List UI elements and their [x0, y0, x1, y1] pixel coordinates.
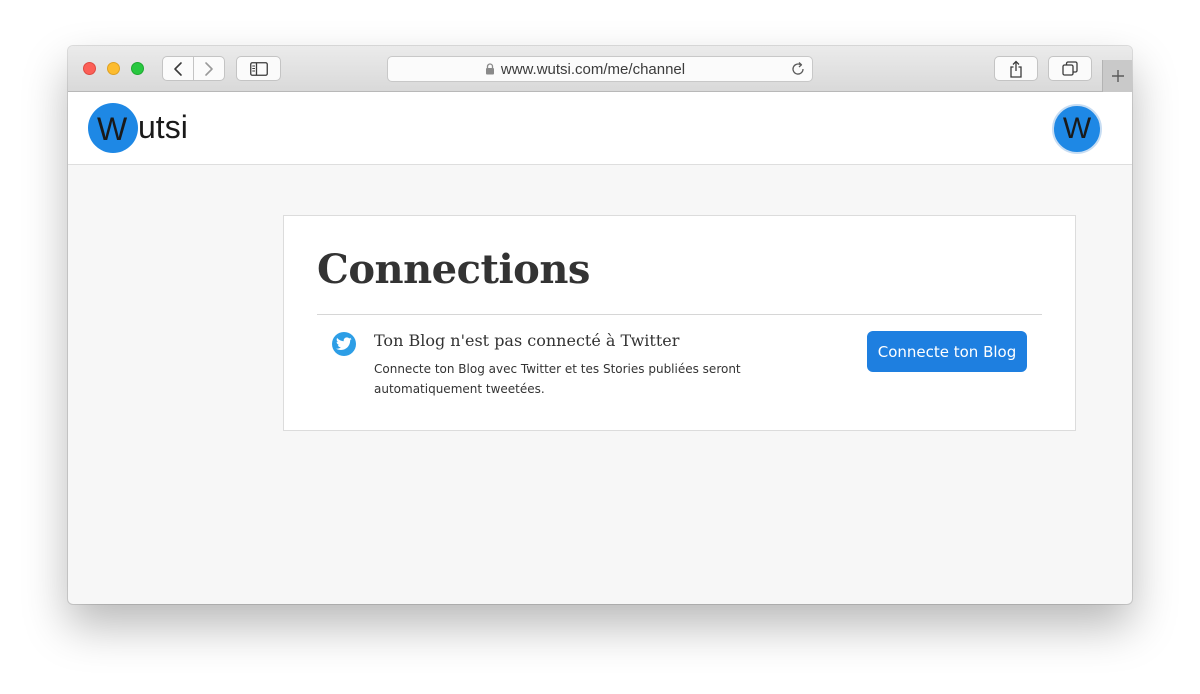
browser-window: www.wutsi.com/me/channel W utsi W Connec… — [68, 46, 1132, 604]
back-button[interactable] — [162, 56, 194, 81]
connection-description: Connecte ton Blog avec Twitter et tes St… — [374, 362, 741, 396]
wutsi-logo[interactable]: W utsi — [88, 102, 188, 154]
address-bar-content: www.wutsi.com/me/channel — [388, 57, 782, 81]
share-button[interactable] — [994, 56, 1038, 81]
twitter-icon — [332, 332, 356, 356]
connect-blog-button[interactable]: Connecte ton Blog — [867, 331, 1027, 372]
address-bar[interactable]: www.wutsi.com/me/channel — [387, 56, 813, 82]
minimize-window-button[interactable] — [107, 62, 120, 75]
sidebar-icon — [249, 61, 268, 76]
site-header: W utsi W — [68, 92, 1132, 165]
browser-toolbar: www.wutsi.com/me/channel — [68, 46, 1132, 92]
reload-icon[interactable] — [790, 61, 806, 77]
avatar-letter: W — [1062, 112, 1092, 145]
logo-circle: W — [88, 103, 138, 153]
chevron-left-icon — [174, 61, 182, 76]
url-text: www.wutsi.com/me/channel — [500, 60, 686, 78]
plus-icon — [1111, 70, 1124, 82]
close-window-button[interactable] — [83, 62, 96, 75]
connection-title: Ton Blog n'est pas connecté à Twitter — [374, 331, 680, 350]
show-tabs-button[interactable] — [1048, 56, 1092, 81]
lock-icon — [485, 63, 494, 75]
logo-letter: W — [97, 111, 128, 147]
divider — [317, 314, 1042, 315]
chevron-right-icon — [205, 61, 213, 76]
zoom-window-button[interactable] — [131, 62, 144, 75]
forward-button[interactable] — [193, 56, 225, 81]
sidebar-toggle-button[interactable] — [236, 56, 281, 81]
new-tab-button[interactable] — [1102, 60, 1132, 92]
user-avatar[interactable]: W — [1052, 104, 1102, 154]
page-title: Connections — [317, 246, 590, 293]
share-icon — [1010, 60, 1022, 78]
connections-card: Connections Ton Blog n'est pas connecté … — [283, 215, 1076, 431]
tabs-icon — [1062, 60, 1078, 76]
logo-text: utsi — [138, 108, 188, 145]
